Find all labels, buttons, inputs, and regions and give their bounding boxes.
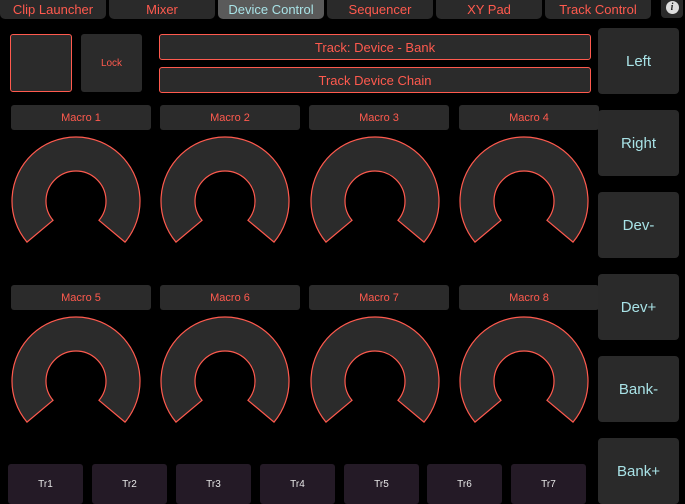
macro-knob-6[interactable] (159, 315, 291, 447)
macro-knob-3[interactable] (309, 135, 441, 267)
tab-device-control[interactable]: Device Control (218, 0, 324, 19)
track-button-2[interactable]: Tr2 (92, 464, 167, 504)
track-device-bank-label: Track: Device - Bank (159, 34, 591, 60)
tab-bar: Clip Launcher Mixer Device Control Seque… (0, 0, 685, 19)
macro-label-8: Macro 8 (459, 285, 599, 310)
knob-ring (11, 316, 141, 423)
knob-ring (160, 136, 290, 243)
macro-knob-7[interactable] (309, 315, 441, 447)
knob-ring (310, 316, 440, 423)
tab-track-control[interactable]: Track Control (545, 0, 651, 19)
macro-label-6: Macro 6 (160, 285, 300, 310)
info-button[interactable]: i (661, 0, 683, 18)
device-prev-button[interactable]: Dev- (598, 192, 679, 258)
right-button[interactable]: Right (598, 110, 679, 176)
track-button-4[interactable]: Tr4 (260, 464, 335, 504)
track-button-1[interactable]: Tr1 (8, 464, 83, 504)
macro-label-5: Macro 5 (11, 285, 151, 310)
track-button-6[interactable]: Tr6 (427, 464, 502, 504)
tab-xy-pad[interactable]: XY Pad (436, 0, 542, 19)
knob-ring (459, 316, 589, 423)
bank-next-button[interactable]: Bank+ (598, 438, 679, 504)
left-button[interactable]: Left (598, 28, 679, 94)
info-icon: i (665, 0, 679, 14)
macro-label-1: Macro 1 (11, 105, 151, 130)
macro-label-3: Macro 3 (309, 105, 449, 130)
track-button-5[interactable]: Tr5 (344, 464, 419, 504)
macro-knob-8[interactable] (458, 315, 590, 447)
lock-button[interactable]: Lock (81, 34, 142, 92)
knob-ring (11, 136, 141, 243)
track-button-3[interactable]: Tr3 (176, 464, 251, 504)
tab-sequencer[interactable]: Sequencer (327, 0, 433, 19)
knob-ring (459, 136, 589, 243)
device-toggle-pad[interactable] (10, 34, 72, 92)
macro-knob-5[interactable] (10, 315, 142, 447)
macro-knob-2[interactable] (159, 135, 291, 267)
knob-ring (310, 136, 440, 243)
track-device-chain-button[interactable]: Track Device Chain (159, 67, 591, 93)
track-button-7[interactable]: Tr7 (511, 464, 586, 504)
macro-knob-1[interactable] (10, 135, 142, 267)
macro-label-7: Macro 7 (309, 285, 449, 310)
bank-prev-button[interactable]: Bank- (598, 356, 679, 422)
macro-label-4: Macro 4 (459, 105, 599, 130)
tab-clip-launcher[interactable]: Clip Launcher (0, 0, 106, 19)
knob-ring (160, 316, 290, 423)
macro-knob-4[interactable] (458, 135, 590, 267)
macro-label-2: Macro 2 (160, 105, 300, 130)
device-next-button[interactable]: Dev+ (598, 274, 679, 340)
tab-mixer[interactable]: Mixer (109, 0, 215, 19)
